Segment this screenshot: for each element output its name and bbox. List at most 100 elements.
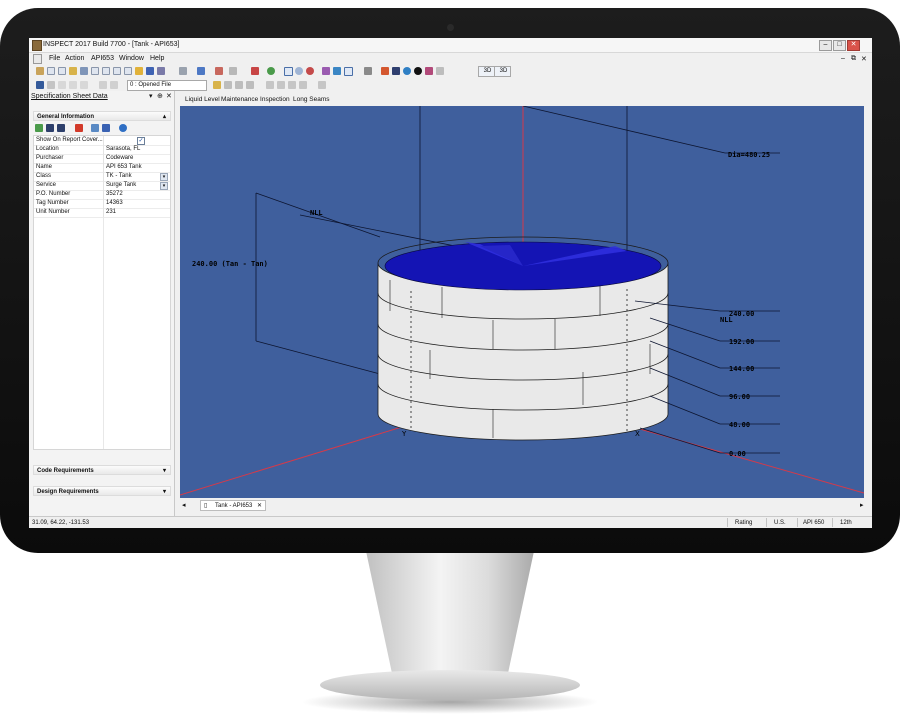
measure-icon[interactable] [381,67,389,75]
close-tab-icon[interactable]: ✕ [257,501,262,512]
disk-icon[interactable] [80,81,88,89]
po-number-field[interactable]: 35272 [106,190,123,199]
top-icon[interactable] [288,81,296,89]
code-status[interactable]: API 650 [803,520,824,526]
menu-action[interactable]: Action [65,55,84,62]
menu-help[interactable]: Help [150,55,164,62]
paint-icon[interactable] [425,67,433,75]
redo-icon[interactable] [110,81,118,89]
calculator-icon[interactable] [318,81,326,89]
close-button[interactable]: ✕ [847,40,860,51]
location-field[interactable]: Sarasota, FL [106,145,140,154]
maximize-button[interactable]: □ [833,40,846,51]
tab-long-seams[interactable]: Long Seams [293,96,330,103]
rotate-icon[interactable] [322,67,330,75]
open-icon[interactable] [36,67,44,75]
minimize-button[interactable]: – [819,40,832,51]
tab-liquid-level[interactable]: Liquid Level [185,96,220,103]
info-icon[interactable] [414,67,422,75]
save-icon[interactable] [146,67,154,75]
move-down-icon[interactable] [57,124,65,132]
grid-icon[interactable] [436,67,444,75]
bottom-icon[interactable] [299,81,307,89]
cut-icon[interactable] [36,81,44,89]
chevron-down-icon[interactable]: ▾ [160,182,168,190]
layers-icon[interactable] [364,67,372,75]
page2-icon[interactable] [58,67,66,75]
undo-icon[interactable] [99,81,107,89]
settings-icon[interactable] [229,67,237,75]
back-icon[interactable] [266,81,274,89]
menu-file[interactable]: File [49,55,60,62]
run-icon[interactable] [267,67,275,75]
export-icon[interactable] [197,67,205,75]
units-status[interactable]: U.S. [774,520,786,526]
show-on-report-checkbox[interactable]: ✓ [137,137,145,145]
design-requirements-header[interactable]: Design Requirements ▾ [33,486,171,496]
chevron-down-icon[interactable]: ▾ [160,173,168,181]
chart-icon[interactable] [251,67,259,75]
attach-icon[interactable] [47,81,55,89]
report3-icon[interactable] [113,67,121,75]
pan-icon[interactable] [284,67,293,76]
monitor-stand [366,553,534,678]
align-icon[interactable] [392,67,400,75]
delete-icon[interactable] [235,81,243,89]
page1-icon[interactable] [47,67,55,75]
report-icon[interactable] [91,67,99,75]
sync-icon[interactable] [91,124,99,132]
nozzle-icon[interactable] [80,67,88,75]
document-icon[interactable] [33,54,42,64]
folder-icon[interactable] [135,67,143,75]
help-icon[interactable] [119,124,127,132]
class-select[interactable]: TK - Tank [106,172,132,181]
service-select[interactable]: Surge Tank [106,181,136,190]
scroll-right-icon[interactable]: ▸ [860,501,864,509]
check-icon[interactable] [224,81,232,89]
report4-icon[interactable] [124,67,132,75]
save-row-icon[interactable] [102,124,110,132]
globe-icon[interactable] [403,67,411,75]
scroll-left-icon[interactable]: ◂ [182,501,186,509]
refresh-icon[interactable] [333,67,341,75]
panel-close-icon[interactable]: ✕ [166,92,172,100]
panel-pin-icon[interactable]: ⊕ [157,92,163,100]
fit-icon[interactable] [344,67,353,76]
table-icon[interactable] [69,81,77,89]
panel-dropdown-icon[interactable]: ▾ [149,92,153,100]
save-all-icon[interactable] [157,67,165,75]
general-information-header[interactable]: General Information ▴ [33,111,171,121]
tag-number-field[interactable]: 14363 [106,199,123,208]
doc-close-button[interactable]: ✕ [861,55,867,63]
edition-status[interactable]: 12th [840,520,852,526]
pdf-icon[interactable] [215,67,223,75]
secondary-toolbar: 0 : Opened File [29,80,872,91]
doc-restore-button[interactable]: ⧉ [851,55,856,63]
view-3d-button[interactable]: 3D [478,66,495,77]
move-up-icon[interactable] [46,124,54,132]
rating-status[interactable]: Rating [735,520,752,526]
print-icon[interactable] [179,67,187,75]
add-icon[interactable] [35,124,43,132]
name-field[interactable]: API 653 Tank [106,163,142,172]
purchaser-field[interactable]: Codeware [106,154,133,163]
tab-tank-api653[interactable]: ▯ Tank - API653 ✕ [200,500,266,511]
delete-row-icon[interactable] [75,124,83,132]
menu-window[interactable]: Window [119,55,144,62]
doc-minimize-button[interactable]: – [841,55,845,62]
view-3d-alt-button[interactable]: 3D [494,66,511,77]
copy-icon[interactable] [246,81,254,89]
menu-api653[interactable]: API653 [91,55,114,62]
list-icon[interactable] [58,81,66,89]
opened-file-dropdown[interactable]: 0 : Opened File [127,80,207,91]
zoom-icon[interactable] [295,67,303,75]
tab-maintenance-inspection[interactable]: Maintenance Inspection [221,96,290,103]
wrench-icon[interactable] [69,67,77,75]
3d-viewport[interactable]: Dia=480.25 240.00 (Tan - Tan) NLL NLL 24… [180,106,864,498]
forward-icon[interactable] [277,81,285,89]
stop-icon[interactable] [306,67,314,75]
report2-icon[interactable] [102,67,110,75]
code-requirements-header[interactable]: Code Requirements ▾ [33,465,171,475]
pencil-icon[interactable] [213,81,221,89]
unit-number-field[interactable]: 231 [106,208,116,217]
